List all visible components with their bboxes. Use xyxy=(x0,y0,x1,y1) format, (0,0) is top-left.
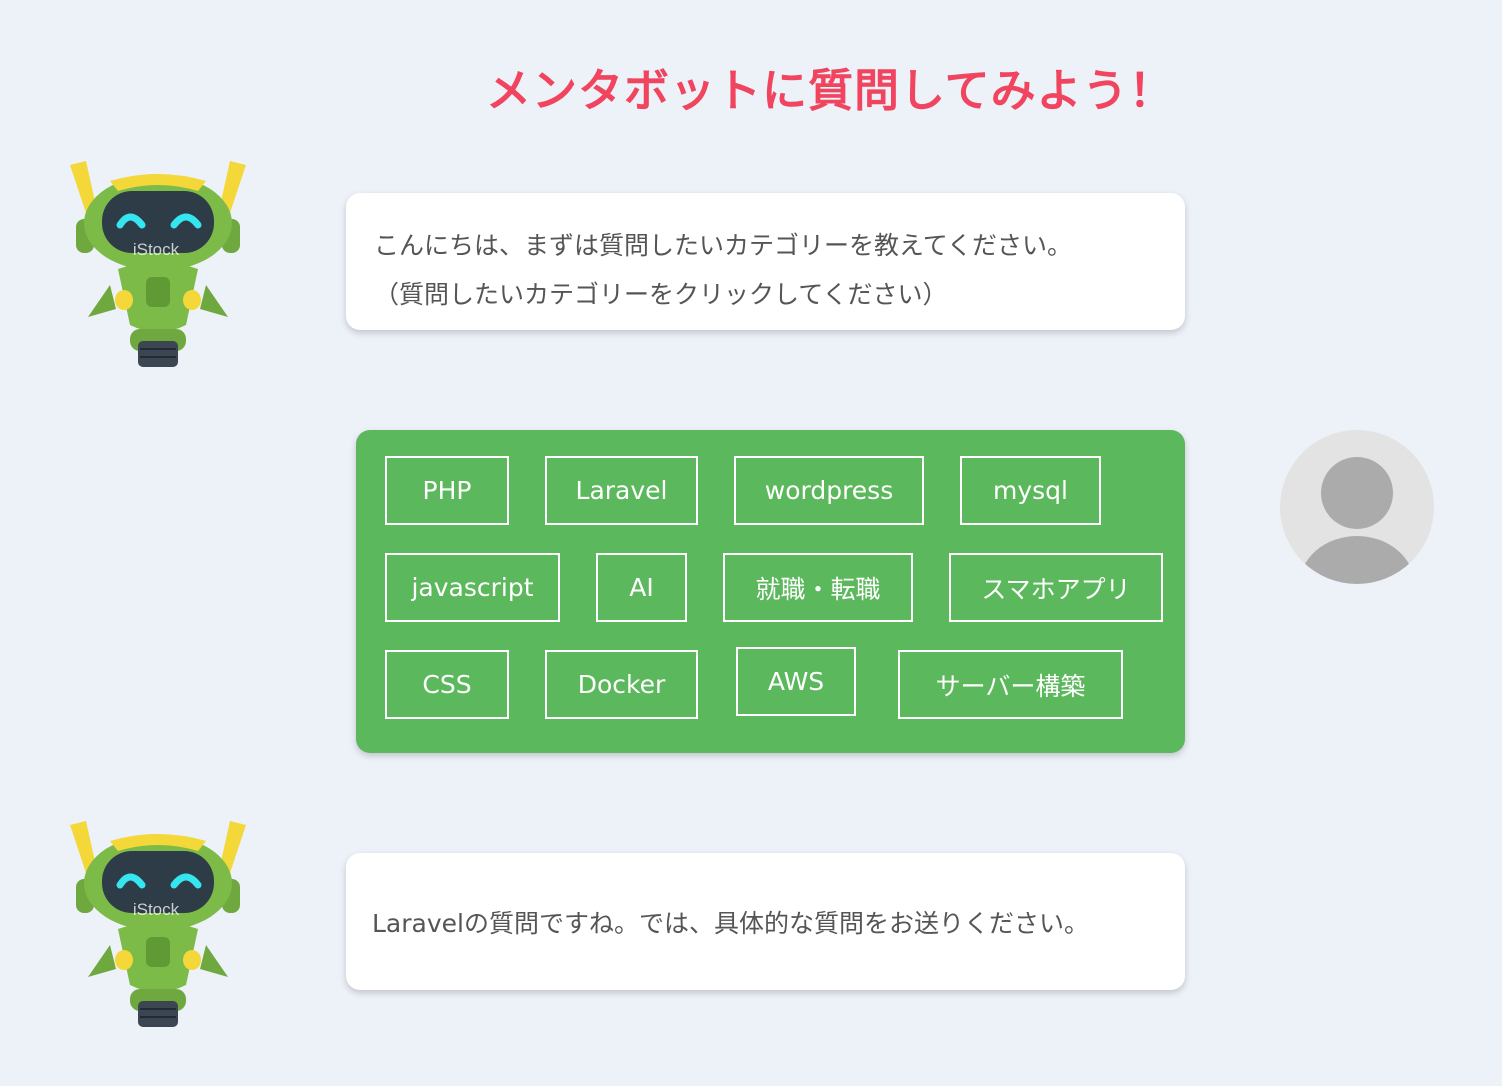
category-button-docker[interactable]: Docker xyxy=(545,650,698,719)
category-button-wordpress[interactable]: wordpress xyxy=(734,456,924,525)
bot-reply-bubble: Laravelの質問ですね。では、具体的な質問をお送りください。 xyxy=(346,853,1185,990)
category-button-job[interactable]: 就職・転職 xyxy=(723,553,913,622)
category-button-smartphone-app[interactable]: スマホアプリ xyxy=(949,553,1163,622)
reply-text: Laravelの質問ですね。では、具体的な質問をお送りください。 xyxy=(372,908,1089,938)
category-button-server[interactable]: サーバー構築 xyxy=(898,650,1123,719)
user-silhouette-icon xyxy=(1299,457,1415,584)
watermark-text: iStock xyxy=(133,900,180,919)
user-avatar xyxy=(1280,430,1434,584)
category-button-javascript[interactable]: javascript xyxy=(385,553,560,622)
greeting-line-2: （質問したいカテゴリーをクリックしてください） xyxy=(374,280,948,309)
bot-greeting-bubble: こんにちは、まずは質問したいカテゴリーを教えてください。 （質問したいカテゴリー… xyxy=(346,193,1185,330)
category-button-mysql[interactable]: mysql xyxy=(960,456,1101,525)
category-button-laravel[interactable]: Laravel xyxy=(545,456,698,525)
category-button-css[interactable]: CSS xyxy=(385,650,509,719)
category-button-ai[interactable]: AI xyxy=(596,553,687,622)
category-button-aws[interactable]: AWS xyxy=(736,647,856,716)
category-button-php[interactable]: PHP xyxy=(385,456,509,525)
page-title: メンタボットに質問してみよう！ xyxy=(486,64,1175,117)
category-panel: PHP Laravel wordpress mysql javascript A… xyxy=(356,430,1185,753)
greeting-line-1: こんにちは、まずは質問したいカテゴリーを教えてください。 xyxy=(374,231,1073,260)
watermark-text: iStock xyxy=(133,240,180,259)
robot-icon: iStock xyxy=(58,817,258,1032)
robot-icon: iStock xyxy=(58,157,258,372)
chat-page: メンタボットに質問してみよう！ iStock こんにちは、まずは質問したいカテゴ… xyxy=(0,0,1502,1086)
